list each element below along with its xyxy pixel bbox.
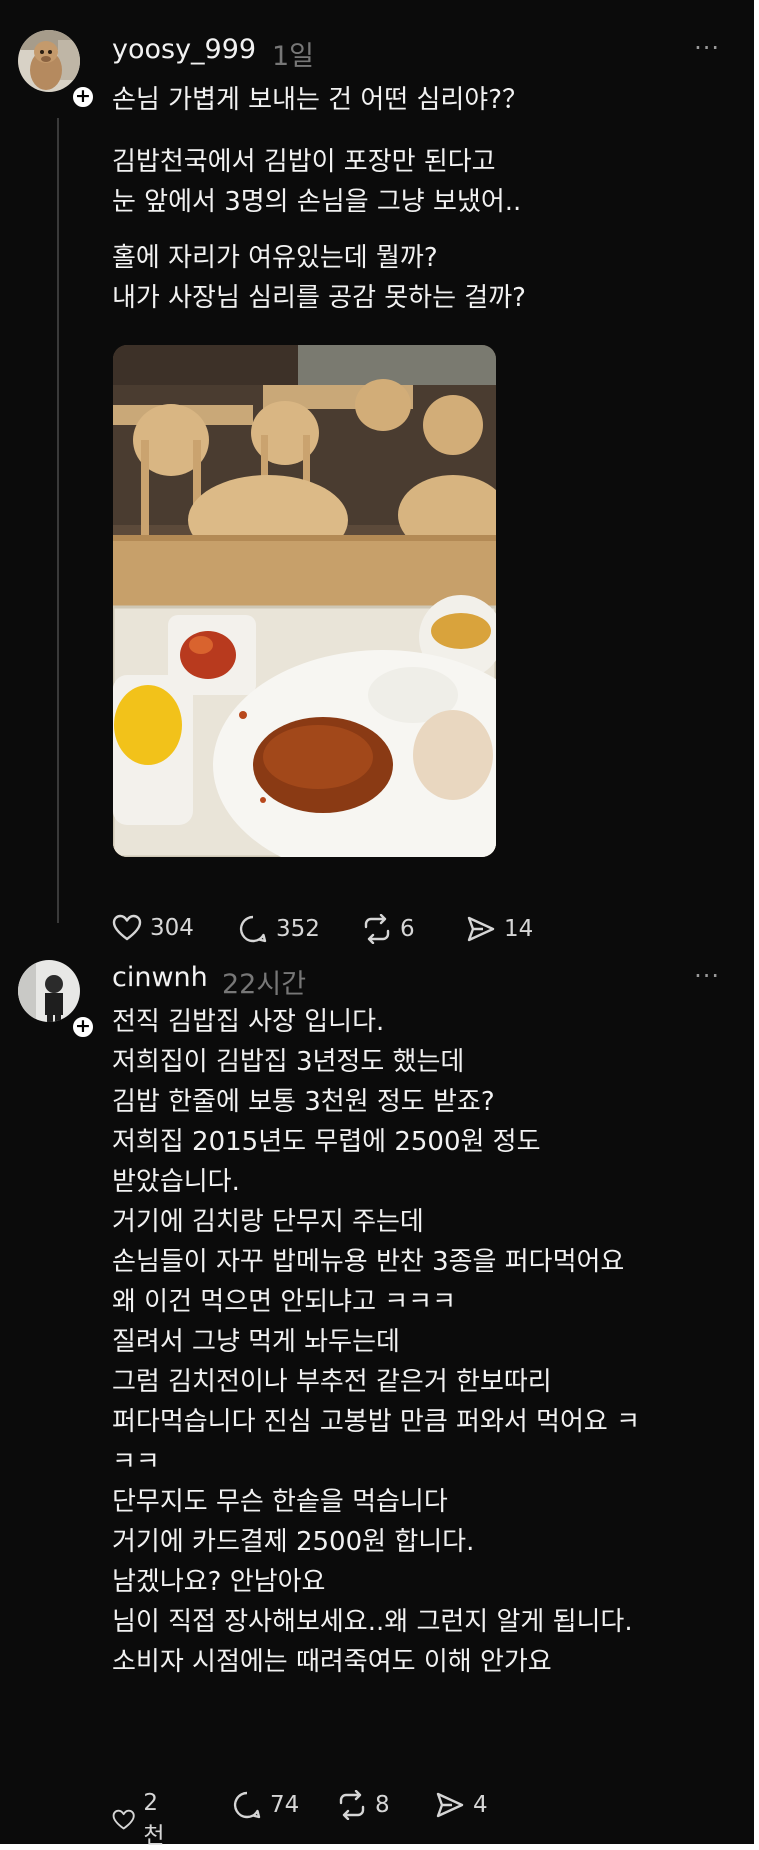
repost-count: 6 — [400, 916, 415, 942]
repost-button[interactable]: 8 — [337, 1790, 390, 1820]
text-line: 거기에 김치랑 단무지 주는데 — [112, 1207, 424, 1237]
avatar[interactable] — [18, 960, 80, 1022]
heart-icon — [112, 1809, 135, 1830]
text-line: 질려서 그냥 먹게 놔두는데 — [112, 1327, 400, 1357]
alpaca-avatar-image — [18, 30, 80, 92]
post-text: 손님 가볍게 보내는 건 어떤 심리야?？ 김밥천국에서 김밥이 포장만 된다고… — [112, 80, 528, 318]
threads-screen: + yoosy_999 1일 ··· 손님 가볍게 보내는 건 어떤 심리야?？… — [0, 0, 754, 1849]
reply-count: 352 — [276, 916, 320, 942]
text-line: 내가 사장님 심리를 공감 못하는 걸까? — [112, 283, 526, 313]
text-line: 손님들이 자꾸 밥메뉴용 반찬 3종을 퍼다먹어요 — [112, 1247, 625, 1277]
reply-button[interactable]: 74 — [232, 1790, 299, 1820]
text-line: 손님 가볍게 보내는 건 어떤 심리야?？ — [112, 85, 529, 115]
reply-icon — [233, 1791, 261, 1819]
text-line: 홀에 자리가 여유있는데 뭘까? — [112, 243, 438, 273]
like-button[interactable]: 304 — [112, 914, 194, 942]
text-line: 왜 이건 먹으면 안되냐고 ㅋㅋㅋ — [112, 1287, 457, 1317]
text-line: 남겠나요? 안남아요 — [112, 1567, 326, 1597]
text-line: 눈 앞에서 3명의 손님을 그냥 보냈어.. — [112, 187, 522, 217]
reply-count: 74 — [270, 1792, 300, 1818]
plus-icon[interactable]: + — [70, 84, 96, 110]
post-photo[interactable] — [113, 345, 496, 857]
text-line: 김밥 한줄에 보통 3천원 정도 받죠? — [112, 1087, 495, 1117]
username[interactable]: yoosy_999 — [112, 34, 256, 65]
heart-icon — [112, 914, 142, 941]
reply-button[interactable]: 352 — [238, 914, 320, 944]
like-count: 2천 — [143, 1790, 165, 1849]
text-line: 그럼 김치전이나 부추전 같은거 한보따리 — [112, 1367, 552, 1397]
share-icon — [436, 1792, 464, 1818]
text-line: 님이 직접 장사해보세요..왜 그런지 알게 됩니다. — [112, 1607, 633, 1637]
text-line: 받았습니다. — [112, 1167, 240, 1197]
text-line: 저희집이 김밥집 3년정도 했는데 — [112, 1047, 465, 1077]
person-avatar-image — [18, 960, 80, 1022]
like-count: 304 — [150, 915, 194, 941]
text-line: 거기에 카드결제 2500원 합니다. — [112, 1527, 475, 1557]
repost-icon — [339, 1790, 365, 1820]
text-line: ㅋㅋ — [112, 1447, 160, 1477]
share-icon — [467, 916, 495, 942]
restaurant-food-photo — [113, 345, 496, 857]
share-button[interactable]: 4 — [435, 1790, 488, 1820]
share-button[interactable]: 14 — [466, 914, 533, 944]
text-line: 퍼다먹습니다 진심 고봉밥 만큼 퍼와서 먹어요 ㅋ — [112, 1407, 640, 1437]
post-text: 전직 김밥집 사장 입니다. 저희집이 김밥집 3년정도 했는데 김밥 한줄에 … — [112, 1002, 640, 1682]
reply-icon — [239, 915, 267, 943]
plus-icon[interactable]: + — [70, 1014, 96, 1040]
more-icon[interactable]: ··· — [694, 962, 720, 990]
more-icon[interactable]: ··· — [694, 34, 720, 62]
share-count: 4 — [473, 1792, 488, 1818]
timestamp: 1일 — [272, 41, 315, 72]
text-line: 저희집 2015년도 무렵에 2500원 정도 — [112, 1127, 541, 1157]
thread-line — [57, 118, 59, 923]
username[interactable]: cinwnh — [112, 962, 208, 993]
avatar[interactable] — [18, 30, 80, 92]
repost-count: 8 — [375, 1792, 390, 1818]
timestamp: 22시간 — [222, 969, 307, 1000]
text-line: 소비자 시점에는 때려죽여도 이해 안가요 — [112, 1647, 552, 1677]
text-line: 전직 김밥집 사장 입니다. — [112, 1007, 385, 1037]
like-button[interactable]: 2천 — [112, 1790, 171, 1850]
text-line: 단무지도 무슨 한솥을 먹습니다 — [112, 1487, 448, 1517]
text-line: 김밥천국에서 김밥이 포장만 된다고 — [112, 147, 496, 177]
repost-icon — [364, 914, 390, 944]
repost-button[interactable]: 6 — [362, 914, 415, 944]
share-count: 14 — [504, 916, 534, 942]
